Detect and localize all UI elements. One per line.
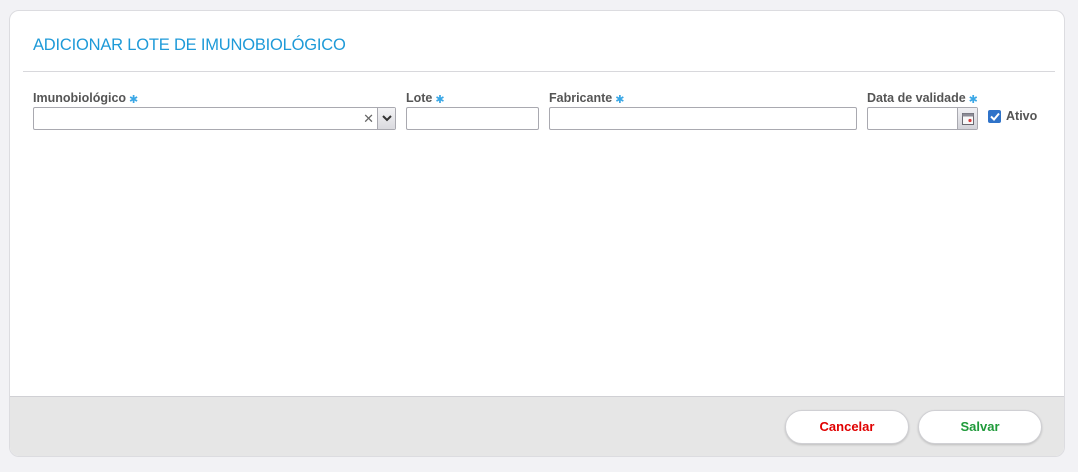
- required-marker: ✱: [968, 94, 978, 106]
- close-icon[interactable]: ✕: [363, 111, 374, 127]
- ativo-label: Ativo: [1006, 109, 1038, 123]
- fabricante-field[interactable]: [549, 107, 857, 130]
- lote-input[interactable]: [407, 108, 538, 129]
- lote-field[interactable]: [406, 107, 539, 130]
- ativo-checkbox-wrap[interactable]: Ativo: [988, 109, 1037, 123]
- save-button[interactable]: Salvar: [918, 410, 1042, 444]
- dropdown-button[interactable]: [377, 108, 395, 129]
- imunobiologico-label: Imunobiológico ✱: [33, 91, 139, 106]
- chevron-down-icon: [381, 115, 392, 122]
- data-validade-field[interactable]: [867, 107, 978, 130]
- fabricante-input[interactable]: [550, 108, 856, 129]
- title-divider: [23, 71, 1055, 72]
- required-marker: ✱: [435, 94, 445, 106]
- checkmark-icon: [989, 112, 1000, 121]
- calendar-button[interactable]: [957, 108, 977, 129]
- add-lot-dialog: ADICIONAR LOTE DE IMUNOBIOLÓGICO Imunobi…: [9, 10, 1065, 457]
- required-marker: ✱: [129, 94, 139, 106]
- required-marker: ✱: [615, 94, 625, 106]
- data-validade-label: Data de validade ✱: [867, 91, 978, 106]
- imunobiologico-label-text: Imunobiológico: [33, 91, 127, 105]
- lote-label-text: Lote: [406, 91, 433, 105]
- data-validade-label-text: Data de validade: [867, 91, 966, 105]
- fabricante-label-text: Fabricante: [549, 91, 613, 105]
- dialog-footer: Cancelar Salvar: [10, 396, 1064, 456]
- imunobiologico-select[interactable]: ✕: [33, 107, 396, 130]
- ativo-checkbox[interactable]: [988, 109, 1001, 123]
- cancel-button[interactable]: Cancelar: [785, 410, 909, 444]
- lote-label: Lote ✱: [406, 91, 445, 106]
- dialog-title: ADICIONAR LOTE DE IMUNOBIOLÓGICO: [33, 36, 346, 54]
- fabricante-label: Fabricante ✱: [549, 91, 625, 106]
- calendar-icon: [961, 112, 974, 125]
- imunobiologico-input[interactable]: [34, 108, 395, 129]
